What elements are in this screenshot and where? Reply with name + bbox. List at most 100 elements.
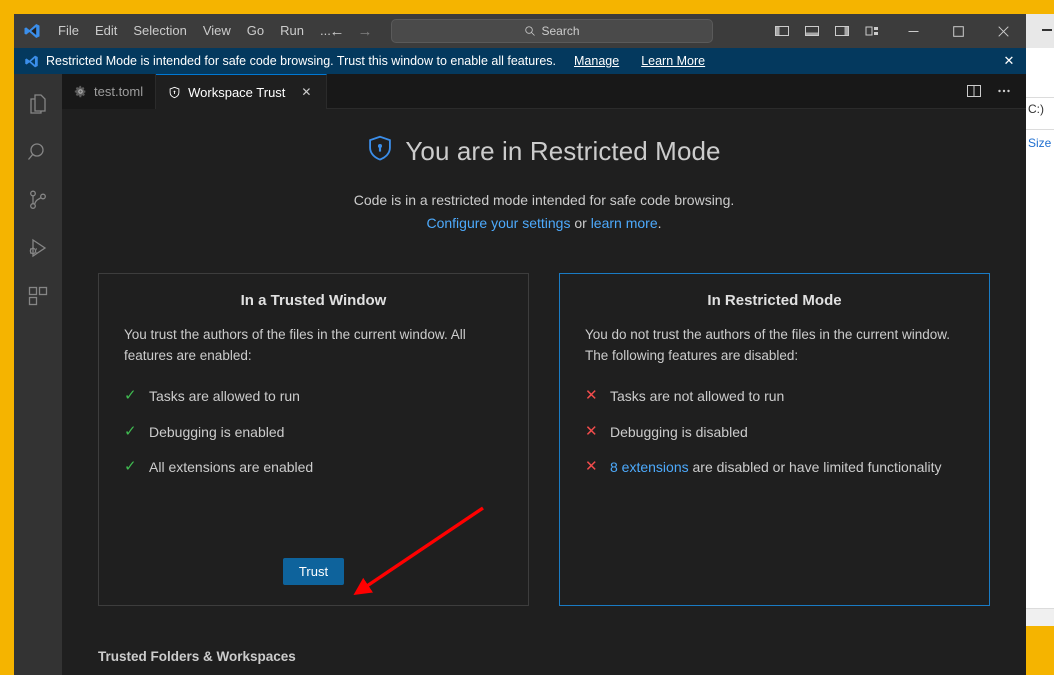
banner-message: Restricted Mode is intended for safe cod… bbox=[46, 54, 556, 68]
menu-file[interactable]: File bbox=[50, 20, 87, 42]
subtitle-conjunction: or bbox=[570, 214, 591, 231]
workbench-body: test.toml Workspace Trust ✕ You are in R… bbox=[14, 74, 1026, 675]
titlebar: File Edit Selection View Go Run ... ← → bbox=[14, 14, 1026, 48]
search-input[interactable]: Search bbox=[391, 19, 713, 43]
desktop-wallpaper-left bbox=[0, 0, 14, 675]
run-debug-icon[interactable] bbox=[14, 224, 62, 272]
list-item: ✓ Tasks are allowed to run bbox=[124, 386, 503, 406]
file-explorer-minimize-icon[interactable] bbox=[1042, 29, 1052, 31]
window-maximize-button[interactable] bbox=[936, 14, 981, 48]
list-item-tail: are disabled or have limited functionali… bbox=[688, 458, 942, 475]
cross-icon: ✕ bbox=[585, 422, 598, 440]
list-item-label: Debugging is disabled bbox=[610, 423, 748, 440]
trusted-window-card: In a Trusted Window You trust the author… bbox=[98, 273, 529, 607]
banner-learn-more-link[interactable]: Learn More bbox=[641, 54, 705, 68]
page-subtitle: Code is in a restricted mode intended fo… bbox=[62, 190, 1026, 234]
tab-label: test.toml bbox=[94, 84, 144, 99]
vscode-logo-icon bbox=[14, 14, 50, 48]
menu-view[interactable]: View bbox=[195, 20, 239, 42]
window-minimize-button[interactable] bbox=[891, 14, 936, 48]
layout-sidebar-left-icon[interactable] bbox=[769, 19, 795, 43]
titlebar-right bbox=[769, 14, 1026, 48]
card-title: In Restricted Mode bbox=[707, 292, 842, 310]
menu-edit[interactable]: Edit bbox=[87, 20, 125, 42]
card-title: In a Trusted Window bbox=[240, 292, 387, 310]
navigation-arrows: ← → bbox=[327, 21, 375, 41]
editor-tabbar: test.toml Workspace Trust ✕ bbox=[62, 74, 1026, 109]
arrow-right-icon[interactable]: → bbox=[355, 21, 375, 41]
extensions-count-link[interactable]: 8 extensions bbox=[610, 459, 689, 475]
list-item: ✓ All extensions are enabled bbox=[124, 457, 503, 477]
card-footer: Trust bbox=[124, 558, 503, 586]
list-item: ✕ Tasks are not allowed to run bbox=[585, 386, 964, 406]
menu-go[interactable]: Go bbox=[239, 20, 272, 42]
cross-icon: ✕ bbox=[585, 457, 598, 475]
menubar: File Edit Selection View Go Run ... bbox=[50, 14, 339, 48]
menu-run[interactable]: Run bbox=[272, 20, 312, 42]
file-explorer-size-column[interactable]: Size bbox=[1028, 136, 1051, 150]
cross-icon: ✕ bbox=[585, 387, 598, 405]
subtitle-line-1: Code is in a restricted mode intended fo… bbox=[353, 192, 735, 208]
restricted-mode-card: In Restricted Mode You do not trust the … bbox=[559, 273, 990, 607]
subtitle-period: . bbox=[657, 214, 662, 231]
banner-close-icon[interactable]: ✕ bbox=[992, 48, 1026, 74]
tab-workspace-trust[interactable]: Workspace Trust ✕ bbox=[156, 74, 328, 109]
shield-icon bbox=[168, 86, 181, 99]
vscode-window: File Edit Selection View Go Run ... ← → bbox=[14, 14, 1026, 675]
list-item-label: Debugging is enabled bbox=[149, 423, 285, 440]
tab-label: Workspace Trust bbox=[188, 84, 286, 100]
editor-area: test.toml Workspace Trust ✕ You are in R… bbox=[62, 74, 1026, 675]
tabbar-actions bbox=[960, 74, 1026, 108]
files-icon[interactable] bbox=[14, 80, 62, 128]
extensions-icon[interactable] bbox=[14, 272, 62, 320]
list-item-label: All extensions are enabled bbox=[149, 458, 314, 475]
workspace-trust-editor: You are in Restricted Mode Code is in a … bbox=[62, 109, 1026, 675]
layout-panel-bottom-icon[interactable] bbox=[799, 19, 825, 43]
trust-button[interactable]: Trust bbox=[282, 558, 345, 586]
search-placeholder: Search bbox=[541, 24, 580, 38]
check-icon: ✓ bbox=[124, 387, 137, 405]
restricted-mode-banner: Restricted Mode is intended for safe cod… bbox=[14, 48, 1026, 74]
vscode-shield-logo-icon bbox=[24, 54, 39, 69]
list-item-label: Tasks are allowed to run bbox=[149, 388, 300, 405]
file-explorer-statusbar bbox=[1026, 608, 1054, 626]
subtitle-line-2: Configure your settings or learn more. bbox=[62, 213, 1026, 235]
list-item-label: 8 extensions are disabled or have limite… bbox=[610, 457, 942, 477]
list-item: ✕ Debugging is disabled bbox=[585, 422, 964, 442]
trusted-folders-heading: Trusted Folders & Workspaces bbox=[98, 649, 296, 665]
card-description: You trust the authors of the files in th… bbox=[124, 327, 466, 364]
restricted-feature-list: ✕ Tasks are not allowed to run ✕ Debuggi… bbox=[585, 386, 964, 477]
configure-settings-link[interactable]: Configure your settings bbox=[426, 215, 570, 231]
activity-bar bbox=[14, 74, 62, 675]
split-editor-icon[interactable] bbox=[960, 77, 988, 105]
page-title-row: You are in Restricted Mode bbox=[62, 135, 1026, 168]
source-control-icon[interactable] bbox=[14, 176, 62, 224]
layout-controls bbox=[769, 19, 885, 43]
ellipsis-icon[interactable] bbox=[990, 77, 1018, 105]
file-explorer-divider bbox=[1026, 129, 1054, 130]
menu-selection[interactable]: Selection bbox=[125, 20, 194, 42]
layout-sidebar-right-icon[interactable] bbox=[829, 19, 855, 43]
banner-manage-link[interactable]: Manage bbox=[574, 54, 619, 68]
screen: C:) Size File Edit Selection View Go Run… bbox=[0, 0, 1054, 675]
learn-more-link[interactable]: learn more bbox=[591, 215, 658, 231]
gear-icon bbox=[74, 85, 87, 98]
file-explorer-drive-label: C:) bbox=[1028, 102, 1044, 116]
layout-customize-icon[interactable] bbox=[859, 19, 885, 43]
arrow-left-icon[interactable]: ← bbox=[327, 21, 347, 41]
page-title: You are in Restricted Mode bbox=[405, 136, 721, 166]
list-item: ✓ Debugging is enabled bbox=[124, 422, 503, 442]
check-icon: ✓ bbox=[124, 422, 137, 440]
trusted-feature-list: ✓ Tasks are allowed to run ✓ Debugging i… bbox=[124, 386, 503, 477]
list-item-label: Tasks are not allowed to run bbox=[610, 388, 785, 405]
tab-close-icon[interactable]: ✕ bbox=[298, 84, 314, 100]
desktop-wallpaper-bottom-right bbox=[1026, 626, 1054, 675]
file-explorer-titlebar[interactable] bbox=[1026, 14, 1054, 48]
check-icon: ✓ bbox=[124, 457, 137, 475]
search-icon[interactable] bbox=[14, 128, 62, 176]
list-item: ✕ 8 extensions are disabled or have limi… bbox=[585, 457, 964, 477]
tab-test-toml[interactable]: test.toml bbox=[62, 74, 157, 109]
search-icon bbox=[525, 26, 536, 36]
window-close-button[interactable] bbox=[981, 14, 1026, 48]
trust-header: You are in Restricted Mode Code is in a … bbox=[62, 135, 1026, 234]
